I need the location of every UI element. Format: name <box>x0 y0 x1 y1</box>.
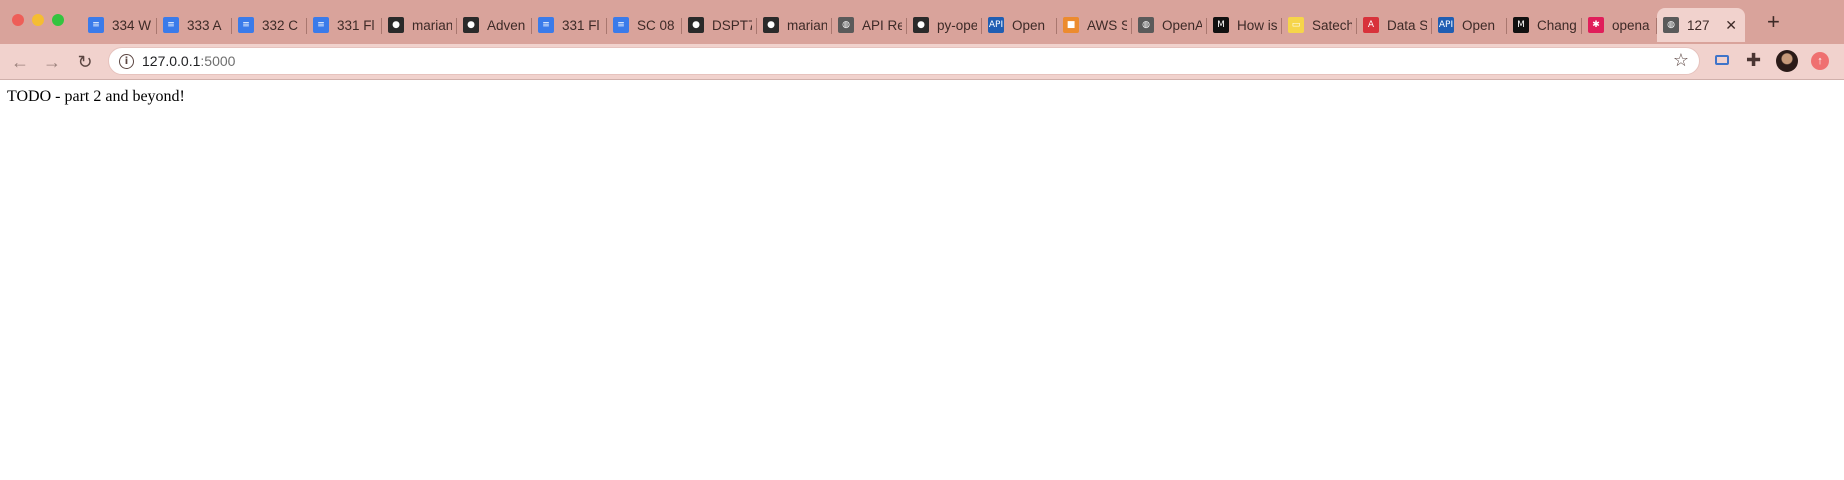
tab[interactable]: ▭ Satech <box>1282 10 1357 40</box>
tab-label: Adven <box>487 17 526 33</box>
tab[interactable]: ✱ opena <box>1582 10 1657 40</box>
globe-icon: ◍ <box>1138 17 1154 33</box>
reload-button[interactable]: ↻ <box>73 50 97 74</box>
tab-active[interactable]: ◍ 127 ✕ <box>1657 8 1745 42</box>
back-button[interactable]: ← <box>8 50 32 74</box>
info-icon[interactable]: i <box>119 54 134 69</box>
tab[interactable]: ◍ API Re <box>832 10 907 40</box>
tab[interactable]: ◍ OpenA <box>1132 10 1207 40</box>
minimize-window-button[interactable] <box>32 14 44 26</box>
github-icon: ● <box>763 17 779 33</box>
tab[interactable]: ● py-ope <box>907 10 982 40</box>
tab-label: 334 W <box>112 17 152 33</box>
tab-label: 333 A <box>187 17 222 33</box>
new-tab-button[interactable]: + <box>1767 11 1780 33</box>
github-icon: ● <box>388 17 404 33</box>
url-port: :5000 <box>200 53 236 69</box>
tab-label: opena <box>1612 17 1650 33</box>
tab-label: 331 Fl <box>337 17 375 33</box>
tab[interactable]: ≡ 334 W <box>82 10 157 40</box>
toolbar: ← → ↻ i 127.0.0.1:5000 ☆ ✚ ↑ <box>0 44 1844 79</box>
tab-label: 332 C <box>262 17 299 33</box>
tab-label: Open <box>1462 17 1496 33</box>
tab[interactable]: API Open <box>1432 10 1507 40</box>
tab[interactable]: ● marian <box>382 10 457 40</box>
slack-icon: ✱ <box>1588 17 1604 33</box>
globe-icon: ◍ <box>1663 17 1679 33</box>
doc-icon: ≡ <box>538 17 554 33</box>
tab[interactable]: API Open <box>982 10 1057 40</box>
tab-label: AWS S <box>1087 17 1127 33</box>
github-icon: ● <box>688 17 704 33</box>
doc-icon: ≡ <box>313 17 329 33</box>
tab-strip: ≡ 334 W ≡ 333 A ≡ 332 C ≡ 331 Fl ● marian ● Ad… <box>0 0 1844 44</box>
tabs: ≡ 334 W ≡ 333 A ≡ 332 C ≡ 331 Fl ● marian ● Ad… <box>82 8 1745 42</box>
tab-label: py-ope <box>937 17 977 33</box>
tab[interactable]: M Chang <box>1507 10 1582 40</box>
profile-avatar[interactable] <box>1776 50 1798 72</box>
tab-label: 331 Fl <box>562 17 600 33</box>
tab-label: Data S <box>1387 17 1427 33</box>
medium-icon: M <box>1513 17 1529 33</box>
tab[interactable]: A Data S <box>1357 10 1432 40</box>
tab[interactable]: ● DSPT7 <box>682 10 757 40</box>
tab-label: OpenA <box>1162 17 1202 33</box>
tab-label: DSPT7 <box>712 17 752 33</box>
tab[interactable]: ≡ 331 Fl <box>307 10 382 40</box>
tab[interactable]: ≡ 333 A <box>157 10 232 40</box>
api-icon: API <box>988 17 1004 33</box>
address-bar[interactable]: i 127.0.0.1:5000 ☆ <box>108 47 1700 75</box>
close-window-button[interactable] <box>12 14 24 26</box>
page-body-text: TODO - part 2 and beyond! <box>7 88 185 105</box>
tab[interactable]: ● marian <box>757 10 832 40</box>
close-icon[interactable]: ✕ <box>1725 17 1737 34</box>
maximize-window-button[interactable] <box>52 14 64 26</box>
tab[interactable]: ● Adven <box>457 10 532 40</box>
tag-icon: ▭ <box>1288 17 1304 33</box>
tab-label: Open <box>1012 17 1046 33</box>
page-content: TODO - part 2 and beyond! <box>0 79 1844 480</box>
url-text[interactable]: 127.0.0.1:5000 <box>142 53 235 69</box>
tab-label: API Re <box>862 17 902 33</box>
tab[interactable]: ≡ 331 Fl <box>532 10 607 40</box>
tab-label: SC 08 <box>637 17 675 33</box>
tab-label: How is <box>1237 17 1277 33</box>
extension-icon[interactable] <box>1713 51 1733 71</box>
tab-label: Satech <box>1312 17 1352 33</box>
medium-icon: M <box>1213 17 1229 33</box>
bookmark-star-icon[interactable]: ☆ <box>1673 50 1689 71</box>
doc-icon: ≡ <box>163 17 179 33</box>
doc-icon: ≡ <box>238 17 254 33</box>
github-icon: ● <box>913 17 929 33</box>
url-host: 127.0.0.1 <box>142 53 201 69</box>
tab-label: marian <box>412 17 452 33</box>
tab-label: marian <box>787 17 827 33</box>
angular-icon: A <box>1363 17 1379 33</box>
tab[interactable]: ■ AWS S <box>1057 10 1132 40</box>
api-icon: API <box>1438 17 1454 33</box>
globe-icon: ◍ <box>838 17 854 33</box>
tab-label: 127 <box>1687 17 1710 33</box>
tab-label: Chang <box>1537 17 1577 33</box>
update-icon[interactable]: ↑ <box>1811 52 1829 70</box>
doc-icon: ≡ <box>613 17 629 33</box>
forward-button[interactable]: → <box>40 50 64 74</box>
tab[interactable]: ≡ SC 08 <box>607 10 682 40</box>
browser-chrome: ≡ 334 W ≡ 333 A ≡ 332 C ≡ 331 Fl ● marian ● Ad… <box>0 0 1844 79</box>
github-icon: ● <box>463 17 479 33</box>
doc-icon: ≡ <box>88 17 104 33</box>
tab[interactable]: M How is <box>1207 10 1282 40</box>
aws-icon: ■ <box>1063 17 1079 33</box>
tab[interactable]: ≡ 332 C <box>232 10 307 40</box>
extensions-puzzle-icon[interactable]: ✚ <box>1746 51 1766 71</box>
